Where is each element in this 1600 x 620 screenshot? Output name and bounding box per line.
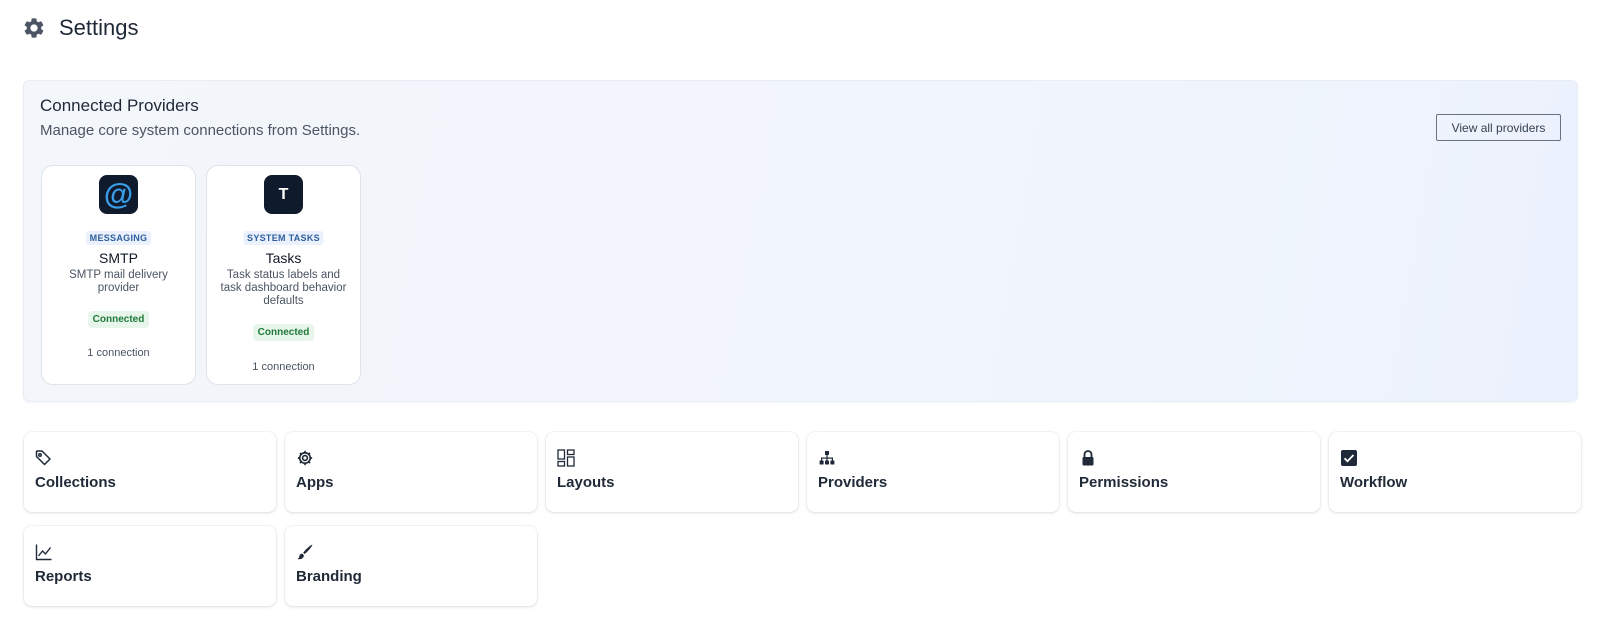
provider-card-tasks[interactable]: T SYSTEM TASKS Tasks Task status labels … xyxy=(206,165,361,385)
status-badge: Connected xyxy=(87,311,150,328)
view-all-providers-button[interactable]: View all providers xyxy=(1436,114,1561,141)
provider-name: Tasks xyxy=(265,250,302,266)
lock-icon xyxy=(1082,450,1094,466)
tile-label: Branding xyxy=(296,568,362,585)
connection-count: 1 connection xyxy=(87,347,150,359)
checkbox-icon xyxy=(1341,450,1357,466)
hierarchy-icon xyxy=(819,451,835,465)
gear-icon xyxy=(24,18,44,38)
tile-collections[interactable]: Collections xyxy=(24,432,276,512)
line-chart-icon xyxy=(35,544,52,561)
providers-subtitle: Manage core system connections from Sett… xyxy=(40,122,361,139)
tile-label: Providers xyxy=(818,474,888,491)
provider-card-smtp[interactable]: @ MESSAGING SMTP SMTP mail delivery prov… xyxy=(41,165,196,385)
at-sign-icon: @ xyxy=(99,175,138,214)
provider-category-badge: SYSTEM TASKS xyxy=(243,231,324,245)
tile-providers[interactable]: Providers xyxy=(807,432,1059,512)
connection-count: 1 connection xyxy=(252,361,315,373)
tile-workflow[interactable]: Workflow xyxy=(1329,432,1581,512)
connected-providers-panel: Connected Providers Manage core system c… xyxy=(23,80,1578,402)
tile-layouts[interactable]: Layouts xyxy=(546,432,798,512)
provider-description: Task status labels and task dashboard be… xyxy=(220,269,347,307)
tile-branding[interactable]: Branding xyxy=(285,526,537,606)
tile-label: Layouts xyxy=(557,474,615,491)
tile-apps[interactable]: Apps xyxy=(285,432,537,512)
providers-title: Connected Providers xyxy=(40,96,199,115)
brush-icon xyxy=(297,544,313,560)
provider-name: SMTP xyxy=(99,250,138,266)
letter-t-icon: T xyxy=(264,175,303,214)
tile-label: Workflow xyxy=(1340,474,1408,491)
tile-label: Collections xyxy=(35,474,116,491)
layout-grid-icon xyxy=(557,449,575,467)
tile-label: Permissions xyxy=(1079,474,1169,491)
provider-description: SMTP mail delivery provider xyxy=(69,269,168,294)
tile-reports[interactable]: Reports xyxy=(24,526,276,606)
tag-icon xyxy=(35,450,51,466)
page-header: Settings xyxy=(22,14,139,42)
tile-label: Apps xyxy=(296,474,334,491)
provider-category-badge: MESSAGING xyxy=(85,231,152,245)
gear-icon xyxy=(297,450,313,466)
page-title: Settings xyxy=(59,15,139,40)
tile-permissions[interactable]: Permissions xyxy=(1068,432,1320,512)
tile-label: Reports xyxy=(35,568,92,585)
status-badge: Connected xyxy=(252,324,315,341)
